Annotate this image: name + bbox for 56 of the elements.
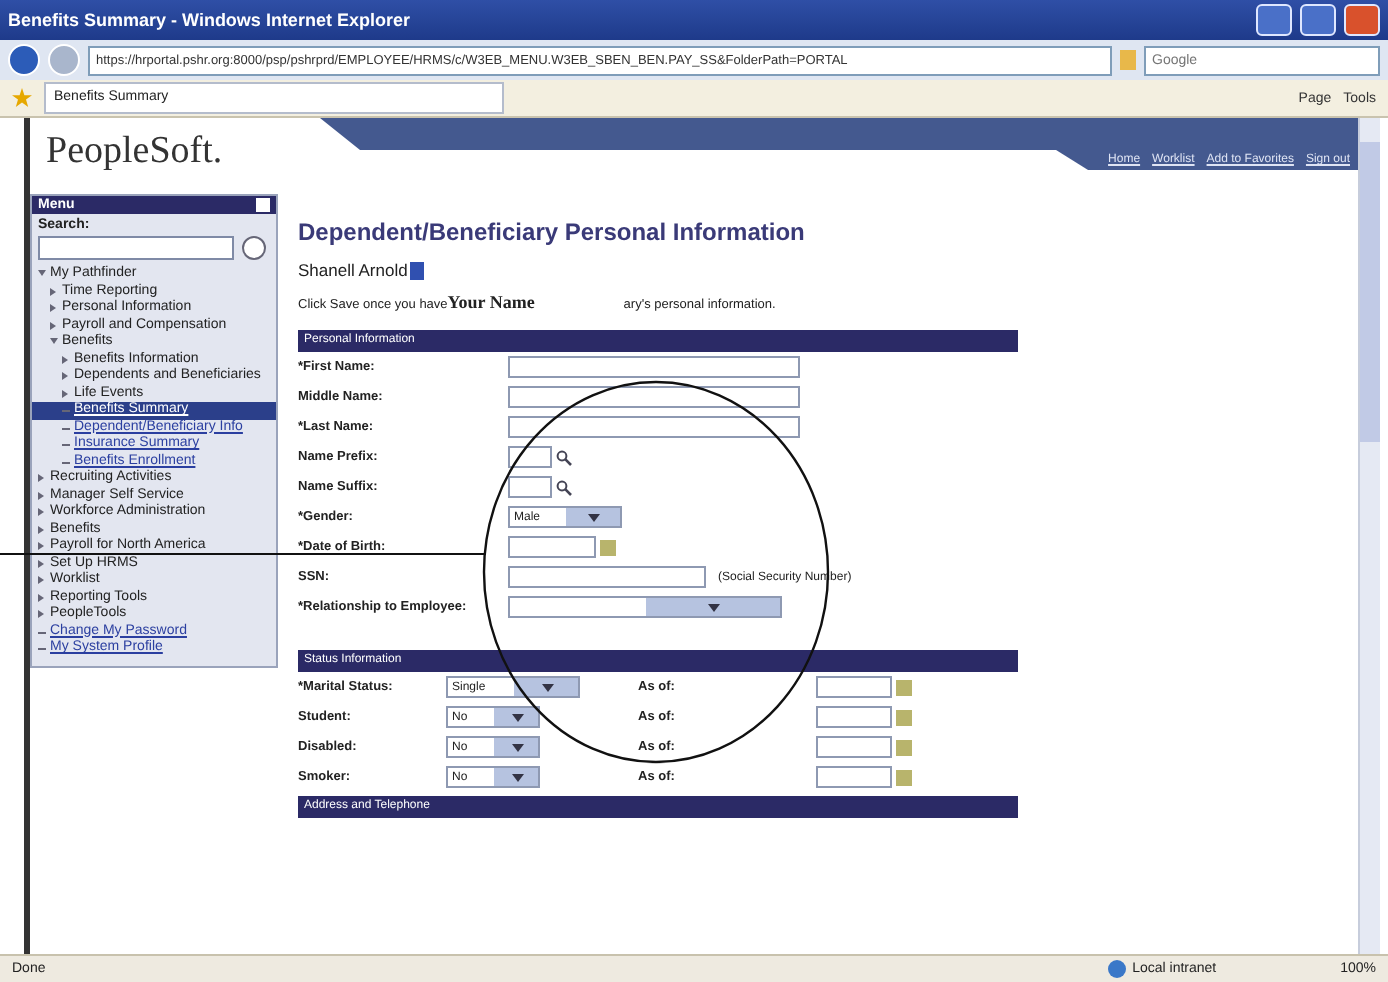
input-field[interactable] bbox=[508, 446, 552, 468]
collapsed-icon[interactable] bbox=[62, 372, 68, 380]
caret-icon bbox=[511, 773, 524, 781]
date-field[interactable] bbox=[816, 736, 892, 758]
collapsed-icon[interactable] bbox=[38, 542, 44, 550]
caret-icon bbox=[511, 743, 524, 751]
overlay-label: Your Name bbox=[447, 292, 537, 312]
back-button[interactable] bbox=[8, 44, 40, 76]
expanded-icon[interactable] bbox=[49, 338, 57, 344]
scrollbar[interactable] bbox=[1358, 118, 1380, 958]
page-title: Dependent/Beneficiary Personal Information bbox=[298, 218, 807, 246]
employee-name: Shanell Arnold bbox=[298, 260, 408, 280]
dropdown-button[interactable] bbox=[513, 678, 578, 696]
maximize-button[interactable] bbox=[1300, 4, 1336, 36]
collapsed-icon[interactable] bbox=[38, 474, 44, 482]
search-icon[interactable] bbox=[556, 479, 572, 495]
collapsed-icon[interactable] bbox=[38, 491, 44, 499]
caret-icon bbox=[588, 513, 601, 521]
input-field[interactable] bbox=[508, 356, 800, 378]
collapsed-icon[interactable] bbox=[50, 304, 56, 312]
dropdown-button[interactable] bbox=[493, 708, 538, 726]
minimize-button[interactable] bbox=[1256, 4, 1292, 36]
expanded-icon[interactable] bbox=[37, 270, 45, 276]
caret-icon bbox=[541, 683, 554, 691]
input-field[interactable] bbox=[508, 416, 800, 438]
collapsed-icon[interactable] bbox=[38, 593, 44, 601]
date-field[interactable] bbox=[816, 706, 892, 728]
collapsed-icon[interactable] bbox=[38, 508, 44, 516]
collapsed-icon[interactable] bbox=[38, 525, 44, 533]
go-button[interactable] bbox=[242, 236, 266, 260]
window-title: Benefits Summary - Windows Internet Explorer bbox=[8, 10, 412, 30]
dropdown-button[interactable] bbox=[493, 768, 538, 786]
input-field[interactable] bbox=[508, 566, 706, 588]
caret-icon bbox=[511, 713, 524, 721]
date-field[interactable] bbox=[816, 766, 892, 788]
logo: PeopleSoft. bbox=[44, 128, 225, 176]
collapsed-icon[interactable] bbox=[38, 610, 44, 618]
input-field[interactable] bbox=[508, 476, 552, 498]
close-button[interactable] bbox=[1344, 4, 1380, 36]
search-icon[interactable] bbox=[556, 449, 572, 465]
dropdown-button[interactable] bbox=[493, 738, 538, 756]
dropdown-button[interactable] bbox=[565, 508, 620, 526]
search-field[interactable] bbox=[38, 236, 234, 260]
collapsed-icon[interactable] bbox=[62, 355, 68, 363]
collapsed-icon[interactable] bbox=[50, 321, 56, 329]
date-field[interactable] bbox=[508, 536, 596, 558]
caret-icon bbox=[708, 603, 721, 611]
star-icon[interactable] bbox=[12, 88, 32, 108]
date-field[interactable] bbox=[816, 676, 892, 698]
dropdown-field[interactable] bbox=[508, 596, 782, 618]
text-cursor bbox=[409, 261, 424, 279]
collapsed-icon[interactable] bbox=[38, 559, 44, 567]
collapsed-icon[interactable] bbox=[38, 576, 44, 584]
globe-icon bbox=[1108, 960, 1127, 978]
collapsed-icon[interactable] bbox=[50, 287, 56, 295]
input-field[interactable] bbox=[508, 386, 800, 408]
